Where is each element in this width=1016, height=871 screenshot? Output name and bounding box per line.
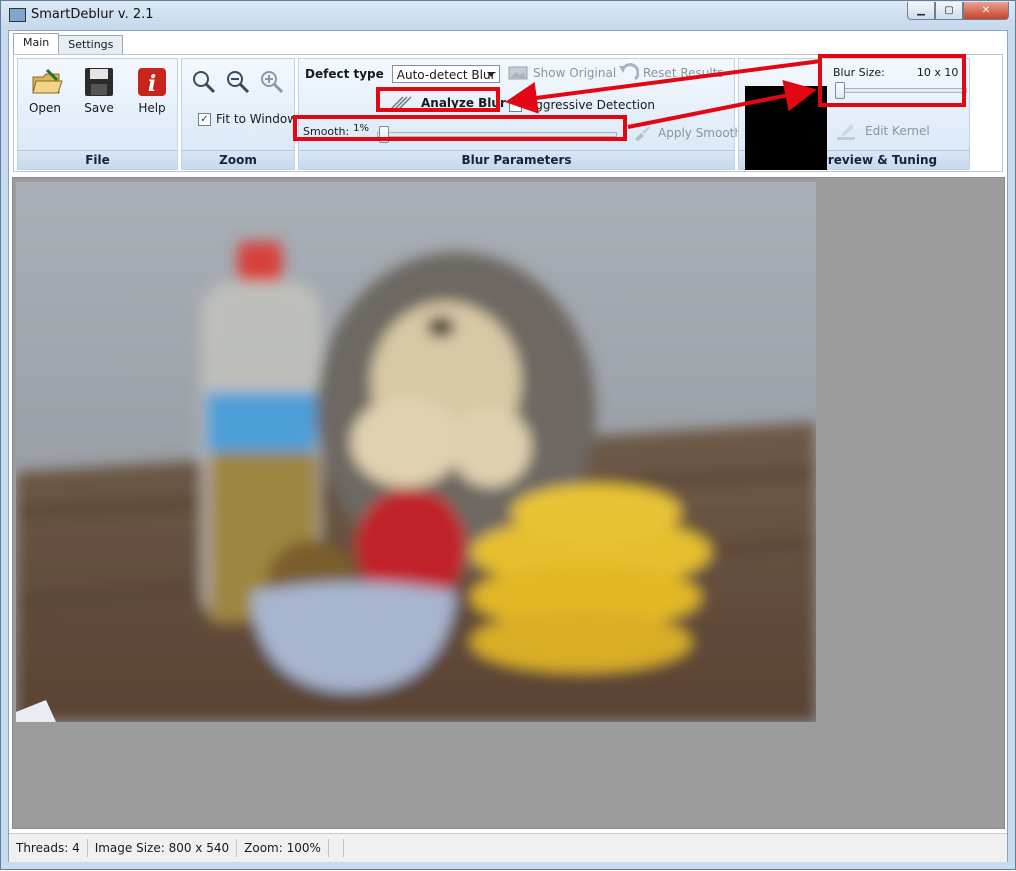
arrow-to-analyze-blur [505, 59, 822, 114]
arrow-to-blur-size [627, 79, 817, 129]
app-window: SmartDeblur v. 2.1 ▁ ▢ ✕ Main Settings O… [0, 0, 1016, 870]
annotation-arrows [505, 59, 822, 129]
